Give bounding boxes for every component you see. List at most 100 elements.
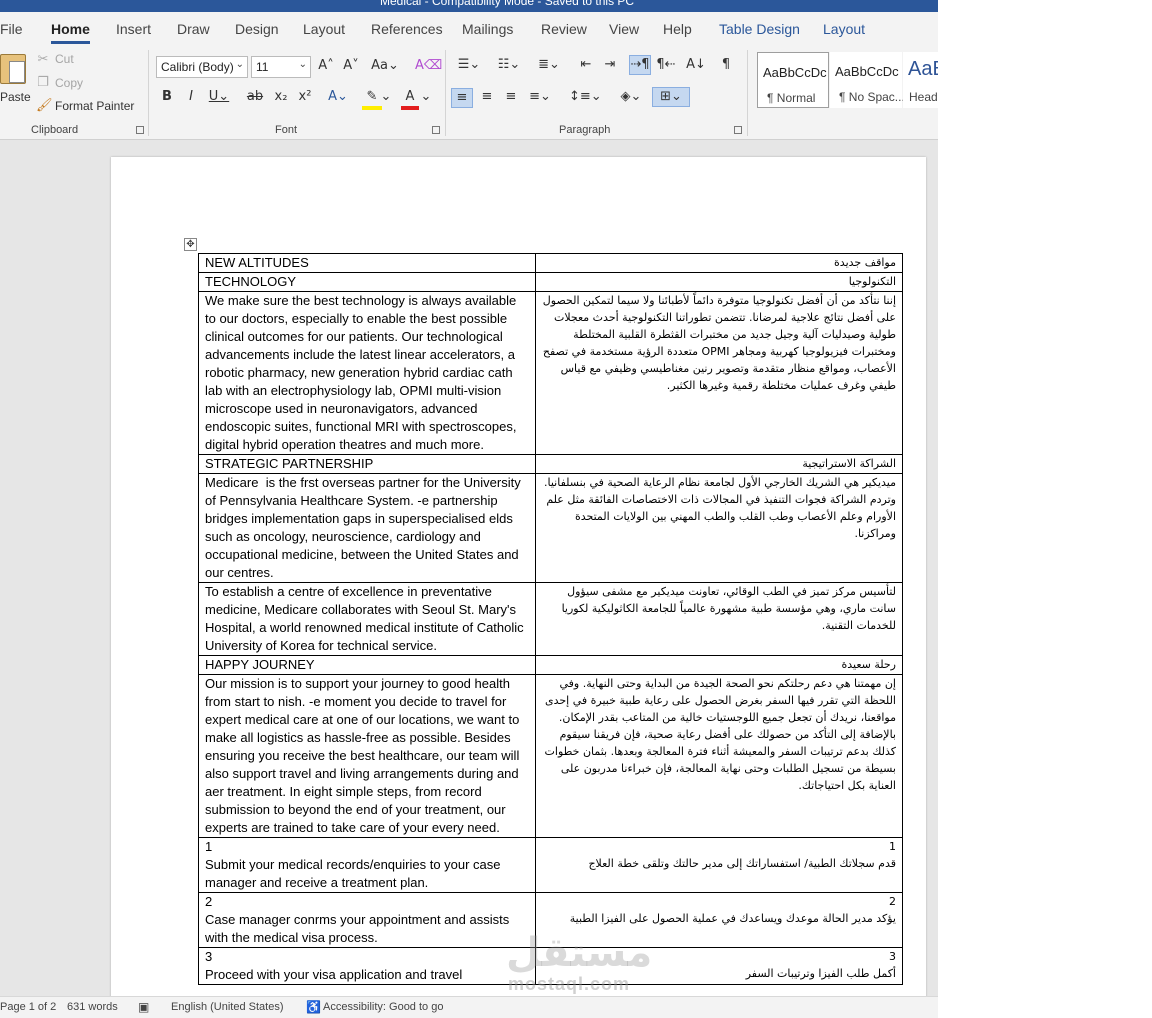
table-row[interactable]: NEW ALTITUDES مواقف جديدة: [198, 253, 903, 273]
arabic-cell[interactable]: 2 يؤكد مدير الحالة موعدك ويساعدك في عملي…: [535, 892, 903, 948]
tab-help[interactable]: Help: [663, 21, 692, 37]
clear-formatting-icon[interactable]: A⌫: [415, 57, 442, 75]
document-area[interactable]: ✥ NEW ALTITUDES مواقف جديدة TECHNOLOGY التك…: [0, 140, 938, 996]
justify-icon[interactable]: ≡⌄: [525, 88, 555, 106]
borders-icon[interactable]: ⊞⌄: [652, 87, 690, 107]
tab-file[interactable]: File: [0, 21, 23, 37]
ltr-direction-icon[interactable]: ⇢¶: [629, 55, 651, 75]
english-cell[interactable]: To establish a centre of excellence in p…: [198, 582, 536, 656]
cut-button[interactable]: Cut: [55, 52, 74, 66]
sort-icon[interactable]: A↓: [686, 56, 706, 74]
english-cell[interactable]: TECHNOLOGY: [198, 272, 536, 292]
shading-icon[interactable]: ◈⌄: [615, 88, 647, 106]
table-row[interactable]: TECHNOLOGY التكنولوجيا: [198, 272, 903, 292]
english-cell[interactable]: Medicare is the frst overseas partner fo…: [198, 473, 536, 583]
format-painter-button[interactable]: Format Painter: [55, 99, 134, 113]
strikethrough-icon[interactable]: ab: [245, 88, 265, 106]
arabic-cell[interactable]: 3 أكمل طلب الفيزا وترتيبات السفر: [535, 947, 903, 985]
proofing-icon[interactable]: ▣: [138, 1000, 149, 1014]
table-row[interactable]: Medicare is the frst overseas partner fo…: [198, 473, 903, 583]
table-row[interactable]: 2 Case manager conrms your appointment a…: [198, 892, 903, 948]
bilingual-table[interactable]: NEW ALTITUDES مواقف جديدة TECHNOLOGY التكنو…: [198, 253, 903, 985]
show-marks-icon[interactable]: ¶: [717, 56, 735, 74]
arabic-cell[interactable]: الشراكة الاستراتيجية: [535, 454, 903, 474]
chevron-down-icon[interactable]: ⌄: [420, 88, 432, 106]
arabic-cell[interactable]: التكنولوجيا: [535, 272, 903, 292]
tab-table-design[interactable]: Table Design: [719, 21, 800, 37]
tab-design[interactable]: Design: [235, 21, 279, 37]
tab-references[interactable]: References: [371, 21, 443, 37]
arabic-cell[interactable]: ميديكير هي الشريك الخارجي الأول لجامعة ن…: [535, 473, 903, 583]
table-row[interactable]: STRATEGIC PARTNERSHIP الشراكة الاستراتيجي…: [198, 454, 903, 474]
align-left-icon[interactable]: ≡: [451, 88, 473, 108]
english-cell[interactable]: 1 Submit your medical records/enquiries …: [198, 837, 536, 893]
underline-icon[interactable]: U⌄: [207, 88, 231, 106]
font-launcher-icon[interactable]: [432, 126, 440, 134]
table-row[interactable]: We make sure the best technology is alwa…: [198, 291, 903, 455]
word-count[interactable]: 631 words: [67, 1001, 118, 1013]
text-effects-icon[interactable]: A⌄: [323, 88, 353, 106]
accessibility-icon[interactable]: ♿: [306, 1000, 321, 1014]
increase-indent-icon[interactable]: ⇥: [600, 56, 620, 74]
table-row[interactable]: Our mission is to support your journey t…: [198, 674, 903, 838]
tab-mailings[interactable]: Mailings: [462, 21, 513, 37]
table-row[interactable]: 1 Submit your medical records/enquiries …: [198, 837, 903, 893]
tab-insert[interactable]: Insert: [116, 21, 151, 37]
clipboard-launcher-icon[interactable]: [136, 126, 144, 134]
tab-draw[interactable]: Draw: [177, 21, 210, 37]
english-cell[interactable]: 3 Proceed with your visa application and…: [198, 947, 536, 985]
style-normal[interactable]: AaBbCcDc ¶ Normal: [757, 52, 829, 108]
divider: [148, 50, 149, 136]
arabic-cell[interactable]: إننا نتأكد من أن أفضل تكنولوجيا متوفرة د…: [535, 291, 903, 455]
highlight-icon[interactable]: ✎: [362, 88, 382, 110]
copy-button[interactable]: Copy: [55, 76, 83, 90]
table-move-handle-icon[interactable]: ✥: [184, 238, 197, 251]
bullets-icon[interactable]: ☰⌄: [453, 56, 485, 74]
style-no-spacing[interactable]: AaBbCcDc ¶ No Spac...: [830, 52, 905, 108]
english-cell[interactable]: We make sure the best technology is alwa…: [198, 291, 536, 455]
english-cell[interactable]: HAPPY JOURNEY: [198, 655, 536, 675]
paragraph-launcher-icon[interactable]: [734, 126, 742, 134]
arabic-cell[interactable]: 1 قدم سجلاتك الطبية/ استفساراتك إلى مدير…: [535, 837, 903, 893]
table-row[interactable]: To establish a centre of excellence in p…: [198, 582, 903, 656]
align-center-icon[interactable]: ≡: [477, 88, 497, 106]
tab-layout[interactable]: Layout: [303, 21, 345, 37]
arabic-cell[interactable]: رحلة سعيدة: [535, 655, 903, 675]
italic-icon[interactable]: I: [183, 88, 199, 106]
bold-icon[interactable]: B: [159, 88, 175, 106]
arabic-cell[interactable]: مواقف جديدة: [535, 253, 903, 273]
rtl-direction-icon[interactable]: ¶⇠: [656, 56, 676, 74]
align-right-icon[interactable]: ≡: [501, 88, 521, 106]
table-row[interactable]: HAPPY JOURNEY رحلة سعيدة: [198, 655, 903, 675]
font-color-icon[interactable]: A: [401, 88, 419, 110]
change-case-icon[interactable]: Aa⌄: [370, 57, 400, 75]
multilevel-list-icon[interactable]: ≣⌄: [533, 56, 565, 74]
style-heading[interactable]: AaB Head: [903, 52, 938, 108]
tab-table-layout[interactable]: Layout: [823, 21, 865, 37]
language[interactable]: English (United States): [171, 1001, 284, 1013]
shrink-font-icon[interactable]: A˅: [341, 57, 361, 75]
arabic-cell[interactable]: إن مهمتنا هي دعم رحلتكم نحو الصحة الجيدة…: [535, 674, 903, 838]
english-cell[interactable]: 2 Case manager conrms your appointment a…: [198, 892, 536, 948]
tab-view[interactable]: View: [609, 21, 639, 37]
paste-button[interactable]: Paste: [0, 52, 31, 110]
arabic-cell[interactable]: لتأسيس مركز تميز في الطب الوقائي، تعاونت…: [535, 582, 903, 656]
accessibility-status[interactable]: Accessibility: Good to go: [323, 1001, 443, 1013]
document-page[interactable]: ✥ NEW ALTITUDES مواقف جديدة TECHNOLOGY التك…: [111, 157, 926, 996]
numbering-icon[interactable]: ☷⌄: [493, 56, 525, 74]
tab-home[interactable]: Home: [51, 21, 90, 44]
font-name-combo[interactable]: Calibri (Body) ⌄: [156, 56, 248, 78]
english-cell[interactable]: STRATEGIC PARTNERSHIP: [198, 454, 536, 474]
superscript-icon[interactable]: x²: [296, 88, 314, 106]
decrease-indent-icon[interactable]: ⇤: [576, 56, 596, 74]
font-size-combo[interactable]: 11 ⌄: [251, 56, 311, 78]
english-cell[interactable]: NEW ALTITUDES: [198, 253, 536, 273]
table-row[interactable]: 3 Proceed with your visa application and…: [198, 947, 903, 985]
chevron-down-icon[interactable]: ⌄: [380, 88, 392, 106]
subscript-icon[interactable]: x₂: [272, 88, 290, 106]
page-count[interactable]: Page 1 of 2: [0, 1001, 56, 1013]
line-spacing-icon[interactable]: ↕≡⌄: [569, 88, 602, 106]
grow-font-icon[interactable]: A˄: [316, 57, 336, 75]
tab-review[interactable]: Review: [541, 21, 587, 37]
english-cell[interactable]: Our mission is to support your journey t…: [198, 674, 536, 838]
